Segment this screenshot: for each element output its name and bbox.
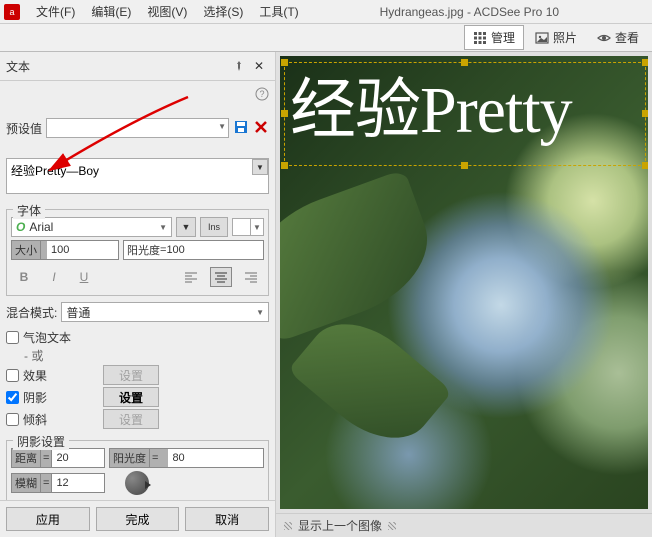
canvas-status-bar: 显示上一个图像: [276, 513, 652, 537]
distance-label: 距离: [12, 449, 41, 467]
mode-view-button[interactable]: 查看: [588, 25, 648, 50]
bold-button[interactable]: B: [13, 267, 35, 287]
panel-title: 文本: [6, 58, 30, 75]
help-button[interactable]: ?: [255, 87, 269, 104]
blend-mode-value: 普通: [66, 304, 90, 321]
shadow-settings-button[interactable]: 设置: [103, 387, 159, 407]
image-viewport[interactable]: 经验Pretty: [280, 56, 648, 509]
photo-icon: [535, 31, 549, 45]
text-dropdown-button[interactable]: ▼: [252, 159, 268, 175]
size-label: 大小: [12, 241, 41, 259]
blend-mode-label: 混合模式:: [6, 304, 57, 321]
grip-icon: [388, 522, 396, 530]
shadow-checkbox[interactable]: [6, 391, 19, 404]
align-center-button[interactable]: [210, 267, 232, 287]
font-size-slider[interactable]: 大小 100: [11, 240, 119, 260]
menu-edit[interactable]: 编辑(E): [83, 1, 139, 22]
shadow-angle-knob[interactable]: [125, 471, 149, 495]
mode-view-label: 查看: [615, 29, 639, 46]
grid-icon: [473, 31, 487, 45]
mode-manage-button[interactable]: 管理: [464, 25, 524, 50]
shadow-settings-group: 阴影设置 距离 = 20 阳光度 = 80: [6, 440, 269, 500]
preset-select[interactable]: ▼: [46, 118, 229, 138]
size-value: 100: [47, 244, 73, 256]
menu-view[interactable]: 视图(V): [139, 1, 195, 22]
shadow-blur-slider[interactable]: 模糊 = 12: [11, 473, 105, 493]
bubble-text-checkbox[interactable]: [6, 331, 19, 344]
preset-row: 预设值 ▼: [6, 112, 269, 142]
shadow-opacity-label: 阳光度: [110, 449, 150, 467]
font-name-label: Arial: [29, 220, 53, 234]
opentype-icon: O: [16, 220, 25, 234]
panel-buttons: 应用 完成 取消: [0, 500, 275, 537]
preset-delete-button[interactable]: [253, 119, 269, 138]
svg-text:?: ?: [259, 89, 264, 99]
preset-label: 预设值: [6, 120, 42, 137]
align-right-button[interactable]: [240, 267, 262, 287]
align-left-button[interactable]: [180, 267, 202, 287]
preset-save-button[interactable]: [233, 119, 249, 138]
italic-button[interactable]: I: [43, 267, 65, 287]
underline-button[interactable]: U: [73, 267, 95, 287]
done-button[interactable]: 完成: [96, 507, 180, 531]
blur-label: 模糊: [12, 474, 41, 492]
opacity-slider[interactable]: 阳光度 = 100: [123, 240, 264, 260]
eye-icon: [597, 31, 611, 45]
text-content-input[interactable]: [6, 158, 269, 194]
menu-select[interactable]: 选择(S): [195, 1, 251, 22]
grip-icon: [284, 522, 292, 530]
canvas-area: 经验Pretty 显示上一个图像: [276, 52, 652, 537]
shadow-distance-slider[interactable]: 距离 = 20: [11, 448, 105, 468]
distance-value: 20: [52, 452, 72, 464]
panel-header: 文本 ✕: [0, 52, 275, 81]
bubble-text-label: 气泡文本: [23, 329, 71, 346]
font-group: 字体 O Arial ▼ ▼ Ins ▼ 大小 100: [6, 209, 269, 296]
font-group-title: 字体: [13, 202, 45, 219]
opacity-label: 阳光度: [127, 242, 160, 258]
mode-bar: 管理 照片 查看: [0, 24, 652, 52]
shadow-label: 阴影: [23, 389, 47, 406]
font-color-picker[interactable]: ▼: [232, 218, 264, 236]
or-label: - 或: [6, 347, 269, 364]
skew-label: 倾斜: [23, 411, 47, 428]
skew-settings-button[interactable]: 设置: [103, 409, 159, 429]
window-title: Hydrangeas.jpg - ACDSee Pro 10: [307, 5, 652, 19]
effect-settings-button[interactable]: 设置: [103, 365, 159, 385]
status-text: 显示上一个图像: [298, 517, 382, 534]
font-prev-button[interactable]: ▼: [176, 217, 196, 237]
skew-checkbox[interactable]: [6, 413, 19, 426]
effect-checkbox[interactable]: [6, 369, 19, 382]
mode-manage-label: 管理: [491, 29, 515, 46]
insert-button[interactable]: Ins: [200, 217, 228, 237]
mode-photo-label: 照片: [553, 29, 577, 46]
menu-bar: a 文件(F) 编辑(E) 视图(V) 选择(S) 工具(T) Hydrange…: [0, 0, 652, 24]
blur-value: 12: [52, 477, 72, 489]
mode-photo-button[interactable]: 照片: [526, 25, 586, 50]
cancel-button[interactable]: 取消: [185, 507, 269, 531]
pin-button[interactable]: [229, 56, 249, 76]
close-panel-button[interactable]: ✕: [249, 56, 269, 76]
menu-file[interactable]: 文件(F): [28, 1, 83, 22]
text-panel: 文本 ✕ ? 预设值 ▼ ▼ 字体 O: [0, 52, 276, 537]
blend-mode-select[interactable]: 普通 ▼: [61, 302, 269, 322]
shadow-group-title: 阴影设置: [13, 433, 69, 450]
shadow-opacity-slider[interactable]: 阳光度 = 80: [109, 448, 264, 468]
menu-tools[interactable]: 工具(T): [251, 1, 306, 22]
shadow-opacity-value: 80: [168, 452, 188, 464]
canvas-text-overlay[interactable]: 经验Pretty: [290, 56, 572, 152]
app-logo-icon: a: [4, 4, 20, 20]
text-input-wrap: ▼: [6, 158, 269, 197]
effect-label: 效果: [23, 367, 47, 384]
apply-button[interactable]: 应用: [6, 507, 90, 531]
opacity-value: 100: [166, 244, 184, 256]
font-family-select[interactable]: O Arial ▼: [11, 217, 172, 237]
